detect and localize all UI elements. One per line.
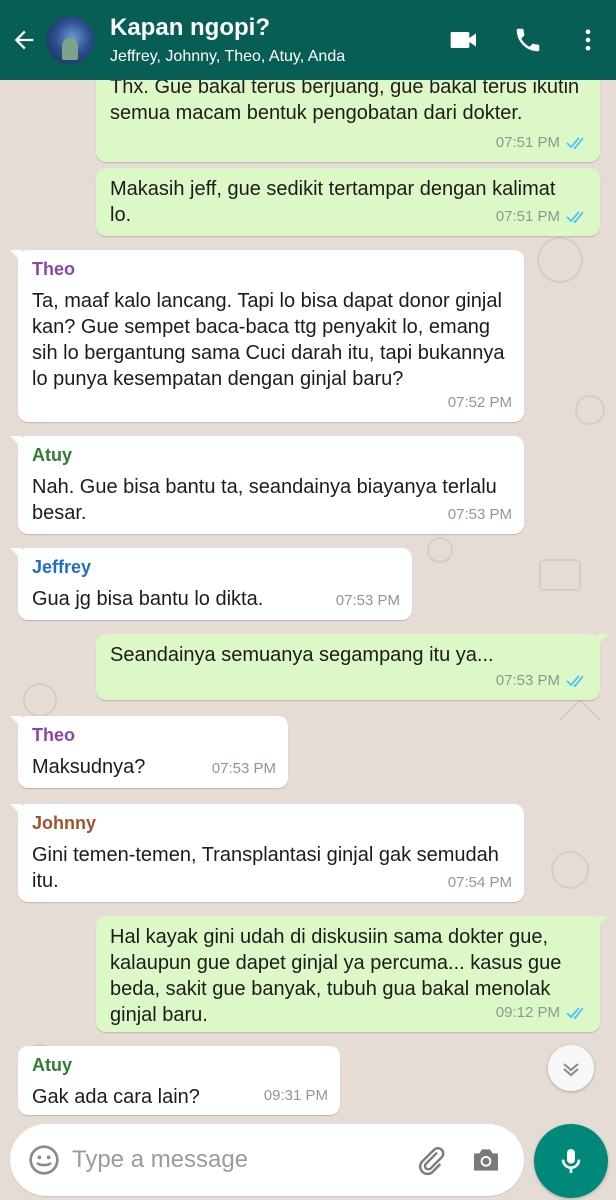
message-text: Ta, maaf kalo lancang. Tapi lo bisa dapa… [32, 290, 505, 390]
message-time: 07:51 PM [495, 134, 560, 151]
message-text: Gini temen-temen, Transplantasi ginjal g… [32, 844, 499, 892]
bubble-tail [18, 1046, 22, 1058]
chat-title-area[interactable]: Kapan ngopi? Jeffrey, Johnny, Theo, Atuy… [110, 13, 432, 68]
chevron-down-icon [563, 1063, 579, 1077]
message-bubble[interactable]: Atuy Gak ada cara lain? 09:31 PM [18, 1046, 340, 1115]
message-bubble[interactable]: Atuy Nah. Gue bisa bantu ta, seandainya b… [10, 436, 524, 534]
message-sender[interactable]: Atuy [32, 1054, 326, 1076]
back-arrow-icon [14, 30, 34, 50]
message-meta: 07:51 PM [496, 130, 588, 156]
message-text: Thx. Gue bakal terus berjuang, gue bakal… [110, 76, 580, 124]
voice-call-button[interactable] [496, 0, 560, 80]
message-bubble[interactable]: Hal kayak gini udah di diskusiin sama do… [96, 916, 608, 1032]
bubble-tail [10, 716, 22, 728]
bubble-tail [10, 250, 22, 262]
message-time: 07:54 PM [447, 874, 512, 891]
read-ticks-icon [566, 1007, 584, 1020]
message-meta: 07:53 PM [212, 756, 276, 782]
message-input[interactable]: Type a message [72, 1146, 406, 1174]
more-options-button[interactable] [560, 0, 616, 80]
message-text: Nah. Gue bisa bantu ta, seandainya biaya… [32, 476, 497, 524]
chat-title: Kapan ngopi? [110, 13, 270, 41]
message-time: 09:12 PM [495, 1004, 560, 1021]
message-composer: Type a message [10, 1124, 524, 1196]
message-time: 07:53 PM [447, 506, 512, 523]
more-vert-icon [585, 29, 591, 51]
mic-icon [561, 1149, 581, 1173]
group-avatar[interactable] [46, 16, 94, 64]
message-meta: 07:51 PM [496, 204, 588, 230]
message-time: 07:53 PM [495, 672, 560, 689]
video-call-button[interactable] [432, 0, 496, 80]
camera-icon [474, 1149, 498, 1171]
message-bubble[interactable]: Theo Ta, maaf kalo lancang. Tapi lo bisa … [10, 250, 524, 422]
message-meta: 07:52 PM [448, 390, 512, 416]
voice-message-button[interactable] [534, 1124, 608, 1198]
attach-button[interactable] [406, 1124, 456, 1196]
read-ticks-icon [566, 137, 584, 150]
phone-icon [516, 28, 540, 52]
message-time: 07:51 PM [495, 208, 560, 225]
message-time: 07:53 PM [211, 760, 276, 777]
message-bubble[interactable]: Makasih jeff, gue sedikit tertampar deng… [96, 168, 600, 236]
read-ticks-icon [566, 211, 584, 224]
message-meta: 07:53 PM [496, 668, 588, 694]
message-sender[interactable]: Atuy [32, 444, 510, 466]
camera-button[interactable] [456, 1124, 516, 1196]
message-meta: 07:53 PM [448, 502, 512, 528]
message-meta: 09:12 PM [496, 1000, 588, 1026]
bubble-tail [10, 548, 22, 560]
bubble-tail [596, 634, 608, 646]
message-bubble[interactable]: Johnny Gini temen-temen, Transplantasi gi… [10, 804, 524, 902]
message-time: 07:52 PM [447, 394, 512, 411]
read-ticks-icon [566, 675, 584, 688]
message-sender[interactable]: Johnny [32, 812, 510, 834]
scroll-to-bottom-button[interactable] [548, 1045, 594, 1091]
message-sender[interactable]: Jeffrey [32, 556, 398, 578]
message-time: 07:53 PM [335, 592, 400, 609]
message-bubble[interactable]: Thx. Gue bakal terus berjuang, gue bakal… [96, 72, 600, 162]
back-button[interactable] [2, 0, 46, 80]
chat-participants: Jeffrey, Johnny, Theo, Atuy, Anda [110, 47, 346, 65]
message-bubble[interactable]: Seandainya semuanya segampang itu ya... 0… [96, 634, 608, 700]
message-text: Seandainya semuanya segampang itu ya... [110, 644, 494, 666]
video-call-icon [450, 32, 476, 48]
message-bubble[interactable]: Theo Maksudnya? 07:53 PM [10, 716, 288, 788]
message-sender[interactable]: Theo [32, 724, 274, 746]
attach-icon [419, 1146, 445, 1176]
message-sender[interactable]: Theo [32, 258, 510, 280]
message-meta: 07:53 PM [336, 588, 400, 614]
emoji-button[interactable] [16, 1124, 72, 1196]
emoji-icon [29, 1145, 59, 1175]
message-meta: 07:54 PM [448, 870, 512, 896]
bubble-tail [10, 804, 22, 816]
chat-header: Kapan ngopi? Jeffrey, Johnny, Theo, Atuy… [0, 0, 616, 80]
bubble-tail [10, 436, 22, 448]
message-bubble[interactable]: Jeffrey Gua jg bisa bantu lo dikta. 07:53 … [10, 548, 412, 620]
bubble-tail [596, 916, 608, 928]
message-meta: 09:31 PM [264, 1083, 328, 1109]
message-time: 09:31 PM [263, 1087, 328, 1104]
